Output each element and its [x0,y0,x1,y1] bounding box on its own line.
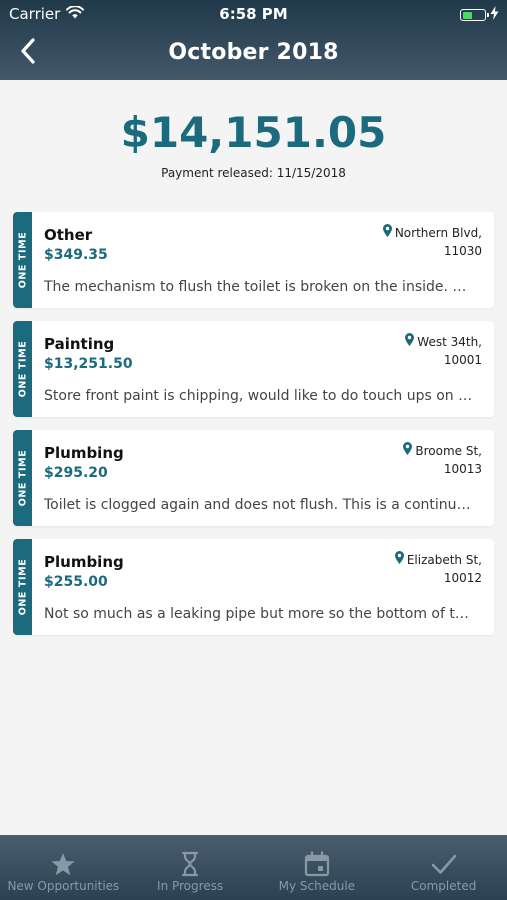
job-type-tab: ONE TIME [13,212,32,308]
job-category: Plumbing [44,553,124,571]
location-zip: 11030 [443,244,482,258]
page-title: October 2018 [168,40,339,65]
job-type-tab: ONE TIME [13,430,32,526]
job-category: Painting [44,335,115,353]
job-description: The mechanism to flush the toilet is bro… [44,279,476,295]
job-type-label: ONE TIME [17,449,28,507]
job-card[interactable]: ONE TIME Painting $13,251.50 West 34th, … [13,321,494,417]
tab-in-progress[interactable]: In Progress [127,835,254,900]
star-icon [50,851,76,877]
job-description: Not so much as a leaking pipe but more s… [44,606,476,622]
battery-icon [460,9,489,21]
job-location: Broome St, 10013 [403,442,482,478]
tab-label: My Schedule [278,879,356,893]
job-category: Plumbing [44,444,124,462]
clock: 6:58 PM [219,5,288,23]
job-card[interactable]: ONE TIME Plumbing $255.00 Elizabeth St, … [13,539,494,635]
job-type-label: ONE TIME [17,558,28,616]
map-pin-icon [394,551,404,569]
location-street: Elizabeth St, [406,553,482,567]
navigation-bar: October 2018 [0,28,507,80]
tab-completed[interactable]: Completed [380,835,507,900]
tab-my-schedule[interactable]: My Schedule [254,835,381,900]
job-amount: $349.35 [44,247,108,263]
location-street: Northern Blvd, [394,226,482,240]
job-type-label: ONE TIME [17,340,28,398]
job-location: Elizabeth St, 10012 [394,551,482,587]
tab-new-opportunities[interactable]: New Opportunities [0,835,127,900]
bottom-tab-bar: New Opportunities In Progress My Schedul… [0,835,507,900]
job-type-label: ONE TIME [17,231,28,289]
job-category: Other [44,226,93,244]
total-amount: $14,151.05 [120,108,387,157]
location-street: West 34th, [417,335,482,349]
location-zip: 10013 [443,462,482,476]
job-amount: $255.00 [44,574,108,590]
location-zip: 10001 [443,353,482,367]
job-amount: $13,251.50 [44,356,133,372]
job-location: West 34th, 10001 [405,333,482,369]
job-amount: $295.20 [44,465,108,481]
job-card[interactable]: ONE TIME Plumbing $295.20 Broome St, 100… [13,430,494,526]
battery-indicator [460,6,499,24]
job-location: Northern Blvd, 11030 [382,224,482,260]
status-bar: Carrier 6:58 PM [0,0,507,28]
map-pin-icon [382,224,392,242]
tab-label: In Progress [157,879,224,893]
checkmark-icon [431,851,457,877]
job-description: Store front paint is chipping, would lik… [44,388,476,404]
job-type-tab: ONE TIME [13,539,32,635]
map-pin-icon [405,333,415,351]
job-card[interactable]: ONE TIME Other $349.35 Northern Blvd, 11… [13,212,494,308]
map-pin-icon [403,442,413,460]
tab-label: Completed [410,879,477,893]
calendar-icon [304,851,330,877]
tab-label: New Opportunities [7,879,120,893]
app-header: Carrier 6:58 PM October 2018 [0,0,507,80]
location-street: Broome St, [415,444,482,458]
charging-icon [490,6,499,24]
hourglass-icon [181,851,199,877]
job-description: Toilet is clogged again and does not flu… [44,497,476,513]
payment-released-date: Payment released: 11/15/2018 [161,166,346,180]
location-zip: 10012 [443,571,482,585]
job-type-tab: ONE TIME [13,321,32,417]
